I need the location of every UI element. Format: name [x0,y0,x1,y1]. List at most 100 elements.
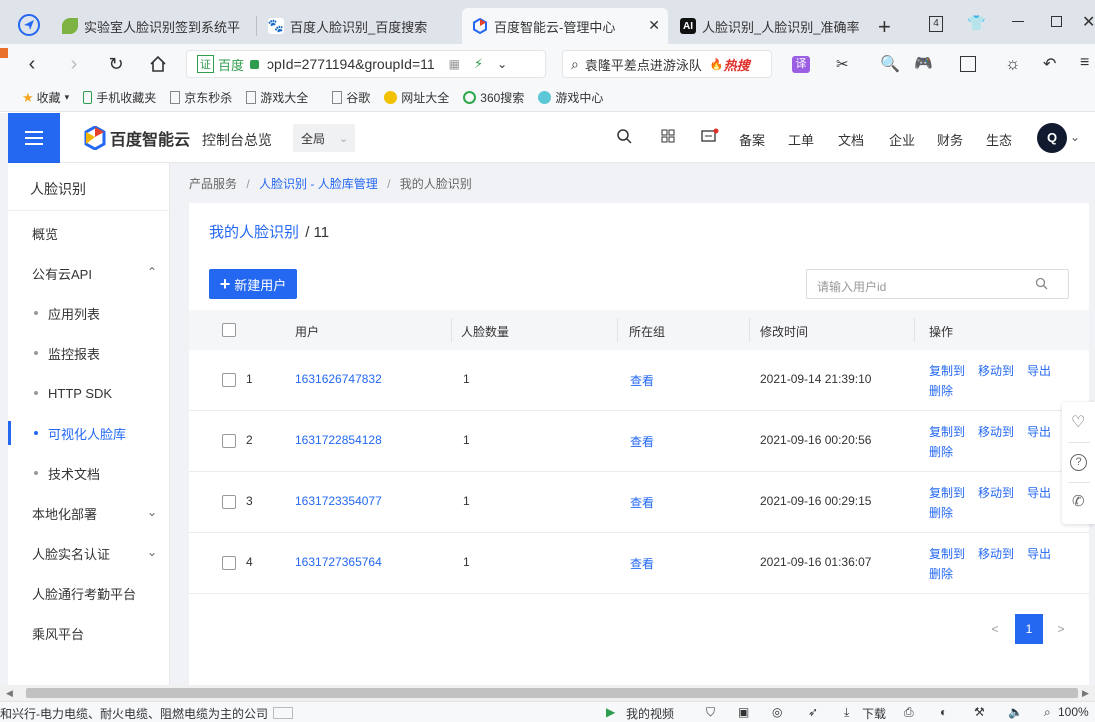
sidebar-group-public-cloud-api[interactable]: 公有云API ⌃ [8,253,169,293]
sidebar-group-realname-auth[interactable]: 人脸实名认证 ⌄ [8,533,169,573]
bookmark-jd[interactable]: 京东秒杀 [170,89,232,106]
translate-icon[interactable]: 译 [792,56,810,73]
group-view-link[interactable]: 查看 [630,494,654,511]
avatar[interactable]: Q [1037,123,1067,153]
minimize-icon[interactable] [1012,21,1024,22]
page-1-button[interactable]: 1 [1015,614,1043,644]
sidebar-item-monitor-report[interactable]: 监控报表 [8,333,169,373]
zoom-level[interactable]: 100% [1058,705,1089,719]
sidebar-item-http-sdk[interactable]: HTTP SDK [8,373,169,413]
my-video-label[interactable]: 我的视频 [626,705,674,722]
browser-tab-3-active[interactable]: 百度智能云-管理中心 ✕ [462,8,668,44]
maximize-icon[interactable] [1051,16,1062,27]
breadcrumb-face-library[interactable]: 人脸识别 - 人脸库管理 [259,177,378,191]
bookmark-games-all[interactable]: 游戏大全 [246,89,308,106]
chevron-down-icon[interactable]: ⌄ [497,57,507,71]
sidebar-item-attendance[interactable]: 人脸通行考勤平台 [8,573,169,613]
export-link[interactable]: 导出 [1027,547,1051,561]
zoom-icon[interactable]: ⌕ [1044,705,1051,720]
prev-page-button[interactable]: < [987,622,1003,636]
group-view-link[interactable]: 查看 [630,433,654,450]
user-id-link[interactable]: 1631727365764 [295,555,382,569]
row-checkbox[interactable] [222,495,236,509]
bookmark-game-center[interactable]: 游戏中心 [538,89,603,106]
user-id-link[interactable]: 1631723354077 [295,494,382,508]
browser-tab-1[interactable]: 实验室人脸识别签到系统平 [52,8,252,44]
nav-finance[interactable]: 财务 [937,130,963,149]
group-view-link[interactable]: 查看 [630,555,654,572]
add-user-button[interactable]: + 新建用户 [209,269,297,299]
delete-link[interactable]: 删除 [929,384,953,398]
message-icon[interactable] [701,128,719,147]
download-label[interactable]: 下载 [862,705,886,722]
move-to-link[interactable]: 移动到 [978,364,1014,378]
move-to-link[interactable]: 移动到 [978,547,1014,561]
nav-ecosystem[interactable]: 生态 [986,130,1012,149]
apps-grid-icon[interactable] [661,129,675,146]
move-to-link[interactable]: 移动到 [978,425,1014,439]
move-to-link[interactable]: 移动到 [978,486,1014,500]
copy-to-link[interactable]: 复制到 [929,425,965,439]
close-tab-icon[interactable]: ✕ [648,17,660,34]
bookmark-mobile[interactable]: 手机收藏夹 [83,89,156,106]
video-play-icon[interactable]: ▶ [606,705,615,719]
magnifier-icon[interactable]: 🔍 [880,54,900,74]
new-tab-icon[interactable]: + [878,14,891,40]
nav-enterprise[interactable]: 企业 [889,130,915,149]
region-select[interactable]: 全局 ⌄ [293,124,355,152]
bookmark-url-nav[interactable]: 网址大全 [384,89,449,106]
bookmark-google[interactable]: 谷歌 [332,89,370,106]
browser-icon[interactable]: ◐ [940,705,947,719]
eye-icon[interactable]: ◎ [772,705,782,719]
search-icon[interactable] [1035,277,1048,293]
sidebar-item-visual-face-library[interactable]: 可视化人脸库 [8,413,169,453]
search-field[interactable]: ⌕ 袁隆平差点进游泳队 🔥 热搜 [562,50,772,78]
picture-icon[interactable]: ▣ [738,705,749,719]
page-title-link[interactable]: 我的人脸识别 [209,224,299,241]
horizontal-scrollbar[interactable]: ◀ ▶ [0,685,1095,701]
rocket-icon[interactable]: ➶ [808,705,818,719]
refresh-icon[interactable]: ↻ [104,52,128,76]
nav-beian[interactable]: 备案 [739,130,765,149]
tab-counter-icon[interactable]: 4 [929,16,943,32]
delete-link[interactable]: 删除 [929,506,953,520]
export-link[interactable]: 导出 [1027,364,1051,378]
export-link[interactable]: 导出 [1027,425,1051,439]
delete-link[interactable]: 删除 [929,445,953,459]
grid-icon[interactable] [960,56,976,72]
close-window-icon[interactable]: ✕ [1082,12,1095,32]
download-icon[interactable]: ⤓ [844,705,849,720]
speaker-icon[interactable]: 🔈 [1008,705,1023,719]
breadcrumb-product-services[interactable]: 产品服务 [189,177,237,191]
more-icon[interactable]: ≡ [1080,54,1089,72]
select-all-checkbox[interactable] [222,323,236,337]
sidebar-item-chengfeng[interactable]: 乘风平台 [8,613,169,653]
sidebar-item-tech-docs[interactable]: 技术文档 [8,453,169,493]
sidebar-item-overview[interactable]: 概览 [8,213,169,253]
browser-tab-2[interactable]: 🐾 百度人脸识别_百度搜索 [258,8,458,44]
user-id-link[interactable]: 1631722854128 [295,433,382,447]
home-icon[interactable] [146,52,170,76]
scroll-left-icon[interactable]: ◀ [6,688,13,699]
scroll-right-icon[interactable]: ▶ [1082,688,1089,699]
phone-icon[interactable]: ✆ [1072,492,1085,510]
printer-icon[interactable]: ⎙ [904,705,914,720]
user-id-search-input[interactable]: 请输入用户id [806,269,1069,299]
copy-to-link[interactable]: 复制到 [929,486,965,500]
row-checkbox[interactable] [222,434,236,448]
menu-toggle-icon[interactable] [8,113,60,163]
brightness-icon[interactable]: ☼ [1005,54,1021,74]
baidu-cloud-logo[interactable]: 百度智能云 [84,126,190,150]
export-link[interactable]: 导出 [1027,486,1051,500]
sidebar-item-app-list[interactable]: 应用列表 [8,293,169,333]
back-icon[interactable]: ‹ [20,52,44,76]
search-icon[interactable] [616,128,632,147]
undo-icon[interactable]: ↶ [1043,54,1056,74]
url-field[interactable]: 证 百度 ɔpId=2771194&groupId=11 ▦ ⚡ ⌄ [186,50,546,78]
chevron-down-icon[interactable]: ⌄ [1070,130,1080,144]
group-view-link[interactable]: 查看 [630,372,654,389]
gamepad-icon[interactable]: 🎮 [914,54,933,72]
browser-tab-4[interactable]: AI 人脸识别_人脸识别_准确率 [670,8,870,44]
bookmark-360[interactable]: 360搜索 [463,89,524,106]
favorite-icon[interactable]: ♡ [1071,412,1085,432]
